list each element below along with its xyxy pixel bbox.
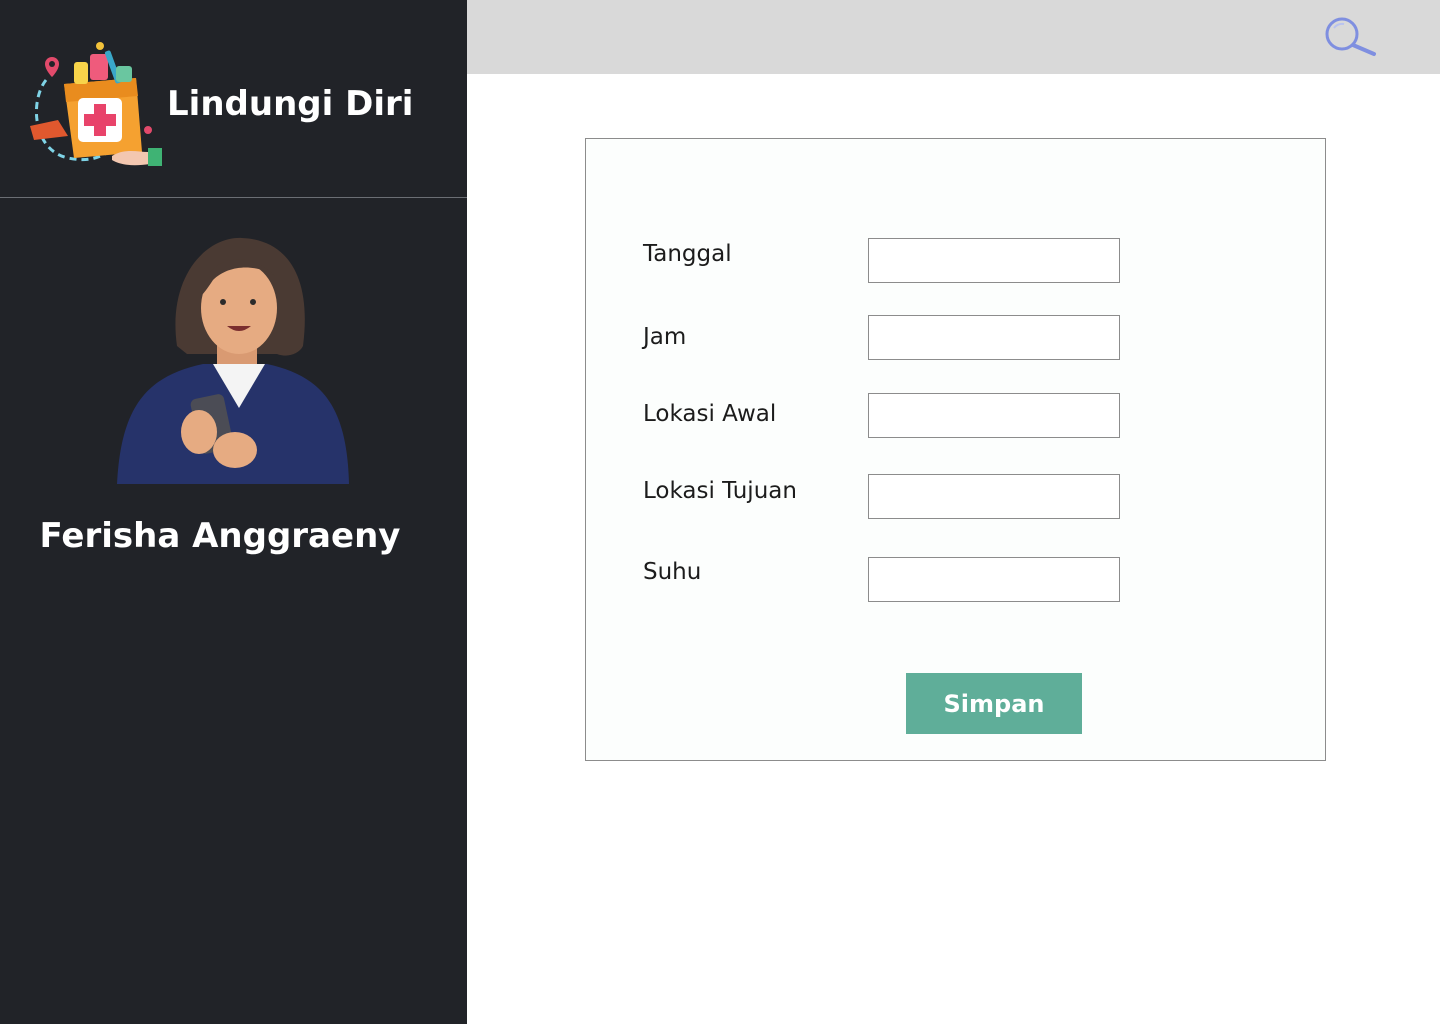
search-icon[interactable] <box>1322 14 1378 60</box>
lokasi-awal-input[interactable] <box>868 393 1120 438</box>
user-avatar <box>117 236 350 484</box>
jam-input[interactable] <box>868 315 1120 360</box>
label-tanggal: Tanggal <box>643 241 732 267</box>
label-lokasi-awal: Lokasi Awal <box>643 401 777 427</box>
label-jam: Jam <box>643 324 687 350</box>
medicine-bag-icon <box>28 40 164 172</box>
trip-form <box>585 138 1326 761</box>
app-title: Lindungi Diri <box>167 84 414 124</box>
tanggal-input[interactable] <box>868 238 1120 283</box>
suhu-input[interactable] <box>868 557 1120 602</box>
save-button[interactable]: Simpan <box>906 673 1082 734</box>
sidebar: Lindungi Diri Ferisha Anggraeny <box>0 0 467 1024</box>
user-name: Ferisha Anggraeny <box>39 516 401 556</box>
label-suhu: Suhu <box>643 559 702 585</box>
top-bar <box>467 0 1440 74</box>
lokasi-tujuan-input[interactable] <box>868 474 1120 519</box>
label-lokasi-tujuan: Lokasi Tujuan <box>643 478 797 504</box>
brand-header: Lindungi Diri <box>0 0 467 198</box>
